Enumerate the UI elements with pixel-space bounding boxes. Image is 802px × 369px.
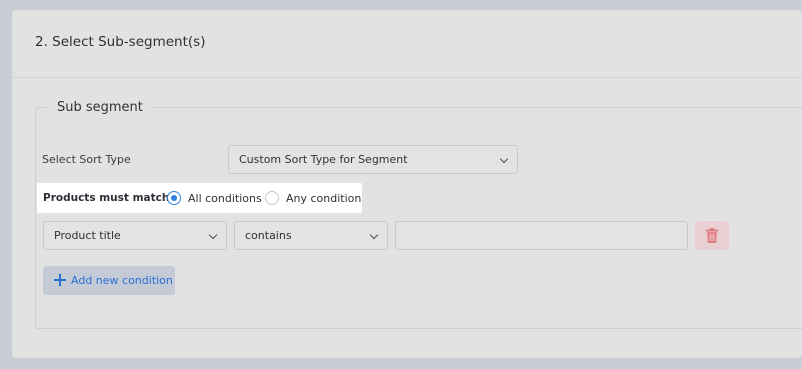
sort-type-label: Select Sort Type [42,153,131,166]
condition-field-value: Product title [54,229,121,242]
chevron-down-icon [499,154,509,164]
fieldset-legend: Sub segment [48,100,152,115]
radio-all-conditions[interactable] [167,191,181,205]
chevron-down-icon [208,230,218,240]
chevron-down-icon [369,230,379,240]
radio-any-condition-label[interactable]: Any condition [286,192,361,205]
condition-operator-value: contains [245,229,292,242]
radio-all-conditions-label[interactable]: All conditions [188,192,262,205]
plus-icon [54,274,66,286]
sub-segment-fieldset: Sub segment [35,100,802,329]
section-title: 2. Select Sub-segment(s) [35,34,206,50]
delete-condition-button[interactable] [695,221,729,250]
add-new-condition-button[interactable]: Add new condition [43,266,175,295]
radio-any-condition[interactable] [265,191,279,205]
card-header: 2. Select Sub-segment(s) [12,10,802,78]
condition-operator-select[interactable]: contains [234,221,388,250]
condition-value-input[interactable] [395,221,688,250]
sort-type-value: Custom Sort Type for Segment [239,153,408,166]
trash-icon [706,228,718,243]
add-new-condition-label: Add new condition [71,274,173,287]
match-condition-group: Products must match : All conditions Any… [37,183,362,213]
sort-type-select[interactable]: Custom Sort Type for Segment [228,145,518,174]
condition-field-select[interactable]: Product title [43,221,227,250]
match-label: Products must match : [43,192,178,204]
